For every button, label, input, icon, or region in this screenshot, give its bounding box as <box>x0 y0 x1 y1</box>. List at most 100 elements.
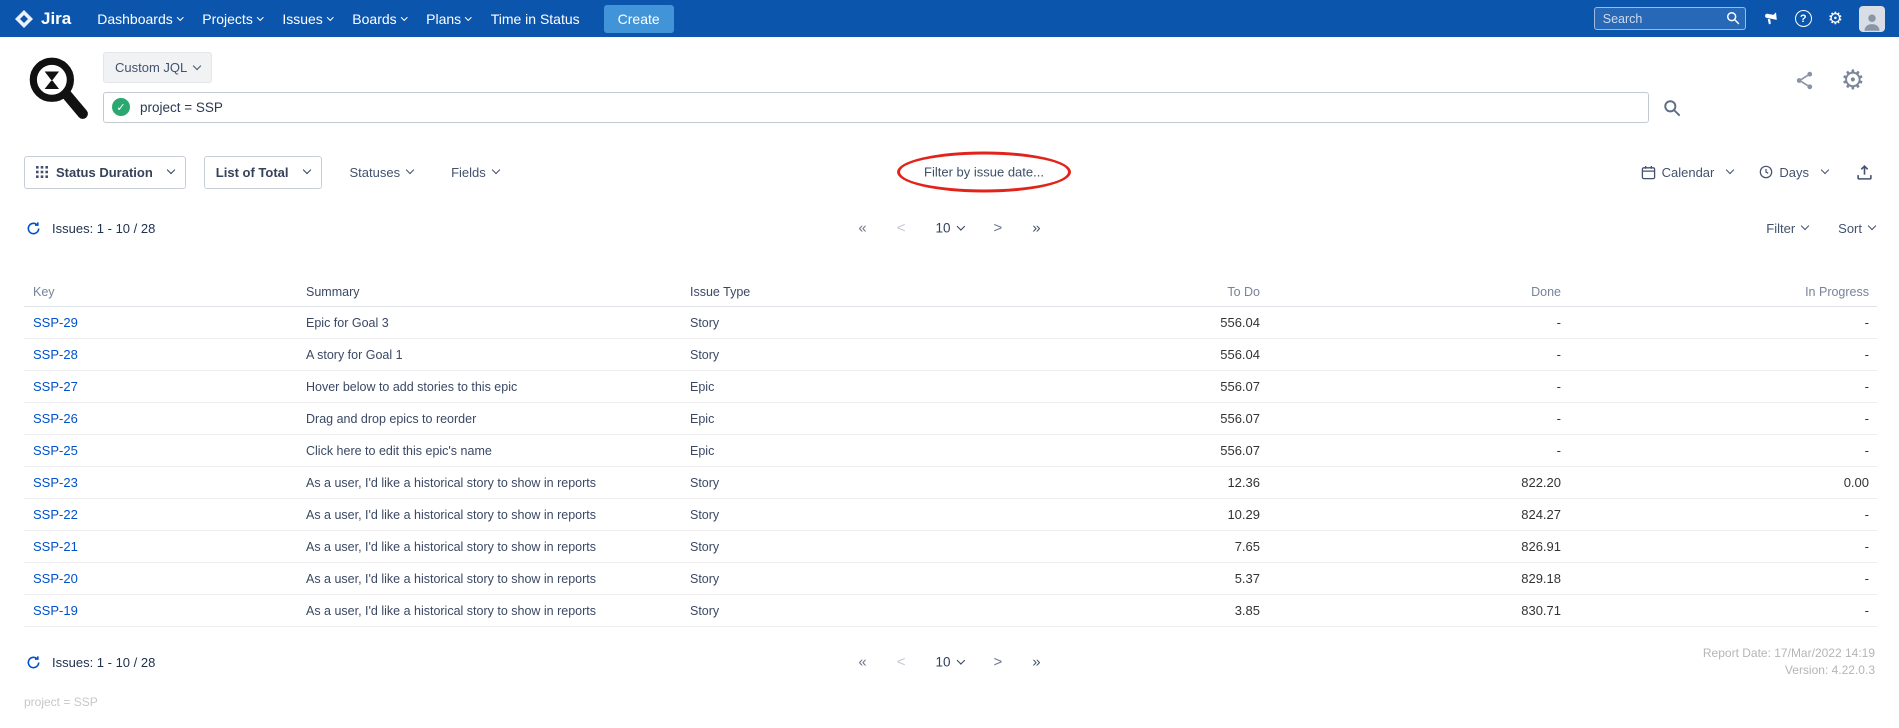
calendar-dropdown[interactable]: Calendar <box>1641 165 1734 180</box>
issue-key-link[interactable]: SSP-27 <box>33 379 78 394</box>
pagination-next-button[interactable]: > <box>994 654 1003 671</box>
issue-type: Story <box>690 316 930 330</box>
issue-summary: A story for Goal 1 <box>306 348 690 362</box>
jql-echo-label: project = SSP <box>24 695 1899 709</box>
chevron-down-icon <box>257 14 263 20</box>
refresh-icon <box>26 655 41 670</box>
days-dropdown[interactable]: Days <box>1759 165 1828 180</box>
issue-summary: Hover below to add stories to this epic <box>306 380 690 394</box>
filter-dropdown[interactable]: Filter <box>1766 221 1808 236</box>
jql-search-button[interactable] <box>1661 97 1683 119</box>
issue-key-link[interactable]: SSP-21 <box>33 539 78 554</box>
search-icon <box>1663 99 1681 117</box>
brand-name: Jira <box>41 9 71 29</box>
calendar-icon <box>1641 165 1656 180</box>
issues-bar-bottom: Issues: 1 - 10 / 28 « < 10 > » Report Da… <box>0 643 1899 681</box>
jql-input[interactable] <box>103 92 1649 123</box>
issue-done-value: - <box>1268 315 1569 330</box>
issue-inprogress-value: - <box>1569 347 1877 362</box>
pagination-prev-button[interactable]: < <box>897 220 906 237</box>
issue-key-link[interactable]: SSP-19 <box>33 603 78 618</box>
annotation-highlight-ellipse: Filter by issue date... <box>897 152 1071 193</box>
share-button[interactable] <box>1792 68 1817 93</box>
nav-item-plans[interactable]: Plans <box>416 0 481 37</box>
jira-logo-icon <box>14 9 34 29</box>
issue-inprogress-value: - <box>1569 411 1877 426</box>
pagination-first-button[interactable]: « <box>858 220 866 237</box>
settings-icon[interactable]: ⚙ <box>1828 10 1843 27</box>
table-row: SSP-20 As a user, I'd like a historical … <box>24 563 1877 595</box>
pagination-last-button[interactable]: » <box>1032 220 1040 237</box>
table-row: SSP-22 As a user, I'd like a historical … <box>24 499 1877 531</box>
fields-dropdown[interactable]: Fields <box>451 165 499 180</box>
issues-table-body: SSP-29 Epic for Goal 3 Story 556.04 - - … <box>24 307 1877 627</box>
announcement-icon[interactable] <box>1762 10 1779 27</box>
issue-type: Story <box>690 476 930 490</box>
pagination-last-button[interactable]: » <box>1032 654 1040 671</box>
issue-key-link[interactable]: SSP-26 <box>33 411 78 426</box>
create-button[interactable]: Create <box>604 5 674 33</box>
issue-done-value: 830.71 <box>1268 603 1569 618</box>
issue-done-value: - <box>1268 379 1569 394</box>
jira-home-link[interactable]: Jira <box>14 9 71 29</box>
nav-item-projects[interactable]: Projects <box>192 0 272 37</box>
chevron-down-icon <box>193 61 201 69</box>
list-of-total-button[interactable]: List of Total <box>204 156 322 189</box>
chevron-down-icon <box>1726 166 1734 174</box>
table-row: SSP-23 As a user, I'd like a historical … <box>24 467 1877 499</box>
issue-key-link[interactable]: SSP-29 <box>33 315 78 330</box>
user-avatar[interactable] <box>1859 6 1885 32</box>
export-button[interactable] <box>1854 162 1875 183</box>
issue-done-value: - <box>1268 411 1569 426</box>
issue-key-link[interactable]: SSP-25 <box>33 443 78 458</box>
page-size-select[interactable]: 10 <box>935 221 963 236</box>
pagination: « < 10 > » <box>858 220 1040 237</box>
sort-dropdown[interactable]: Sort <box>1838 221 1875 236</box>
nav-item-dashboards[interactable]: Dashboards <box>87 0 192 37</box>
status-duration-button[interactable]: Status Duration <box>24 156 186 189</box>
issue-todo-value: 556.07 <box>930 411 1268 426</box>
refresh-button[interactable] <box>24 219 43 238</box>
pagination-prev-button[interactable]: < <box>897 654 906 671</box>
issue-summary: As a user, I'd like a historical story t… <box>306 572 690 586</box>
nav-item-time-in-status[interactable]: Time in Status <box>481 0 590 37</box>
issue-inprogress-value: - <box>1569 379 1877 394</box>
issue-key-link[interactable]: SSP-22 <box>33 507 78 522</box>
issue-key-link[interactable]: SSP-20 <box>33 571 78 586</box>
issue-type: Story <box>690 540 930 554</box>
table-row: SSP-28 A story for Goal 1 Story 556.04 -… <box>24 339 1877 371</box>
jql-mode-button[interactable]: Custom JQL <box>103 52 212 83</box>
issue-key-link[interactable]: SSP-23 <box>33 475 78 490</box>
chevron-down-icon <box>465 14 471 20</box>
issue-type: Story <box>690 572 930 586</box>
table-row: SSP-26 Drag and drop epics to reorder Ep… <box>24 403 1877 435</box>
chevron-down-icon <box>406 166 414 174</box>
issues-count-label: Issues: 1 - 10 / 28 <box>52 221 155 236</box>
filter-by-issue-date-field[interactable]: Filter by issue date... <box>924 165 1044 180</box>
pagination-next-button[interactable]: > <box>994 220 1003 237</box>
top-navbar: Jira Dashboards Projects Issues Boards P… <box>0 0 1899 37</box>
issue-key-link[interactable]: SSP-28 <box>33 347 78 362</box>
issue-inprogress-value: - <box>1569 603 1877 618</box>
issue-done-value: 822.20 <box>1268 475 1569 490</box>
pagination-first-button[interactable]: « <box>858 654 866 671</box>
issue-type: Epic <box>690 380 930 394</box>
page-size-select[interactable]: 10 <box>935 655 963 670</box>
issue-todo-value: 556.04 <box>930 347 1268 362</box>
jql-valid-icon: ✓ <box>112 98 130 116</box>
chevron-down-icon <box>1801 222 1809 230</box>
issues-count-label: Issues: 1 - 10 / 28 <box>52 655 155 670</box>
nav-item-issues[interactable]: Issues <box>272 0 342 37</box>
issue-summary: As a user, I'd like a historical story t… <box>306 604 690 618</box>
report-settings-gear-icon[interactable]: ⚙ <box>1841 67 1865 94</box>
nav-item-boards[interactable]: Boards <box>342 0 416 37</box>
chevron-down-icon <box>1821 166 1829 174</box>
refresh-button[interactable] <box>24 653 43 672</box>
navbar-search-input[interactable] <box>1594 7 1746 30</box>
issue-summary: Drag and drop epics to reorder <box>306 412 690 426</box>
statuses-dropdown[interactable]: Statuses <box>350 165 414 180</box>
issue-inprogress-value: - <box>1569 315 1877 330</box>
issue-done-value: - <box>1268 347 1569 362</box>
help-icon[interactable]: ? <box>1795 10 1812 27</box>
issue-inprogress-value: - <box>1569 571 1877 586</box>
